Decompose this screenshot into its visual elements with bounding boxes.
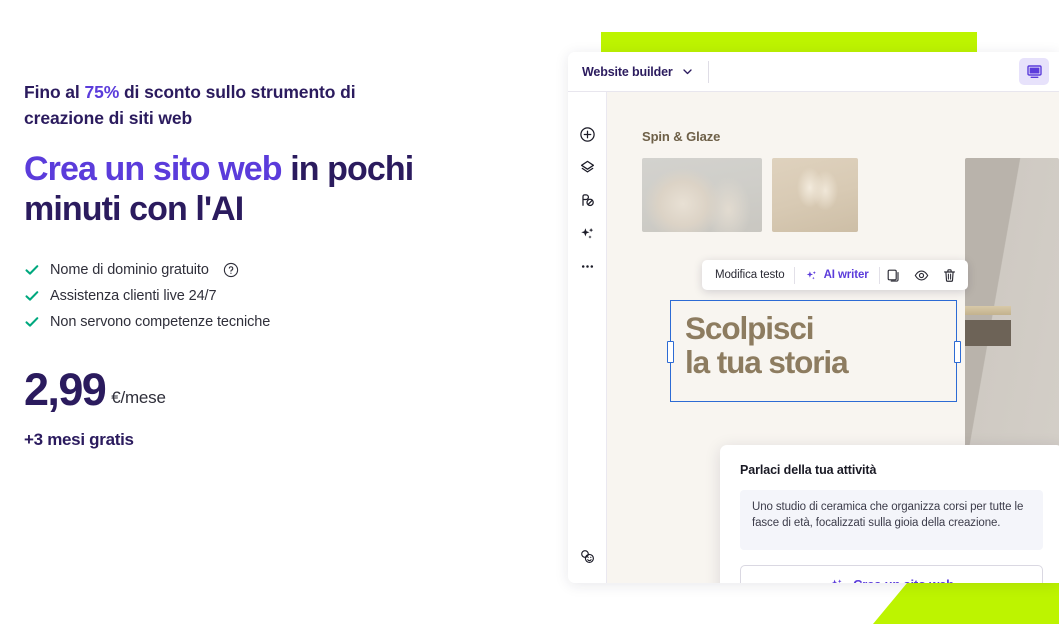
heading-line-2: la tua storia <box>685 344 849 381</box>
device-preview-desktop-button[interactable] <box>1019 58 1049 85</box>
feature-label: Nome di dominio gratuito <box>50 262 209 279</box>
promo-eyebrow: Fino al 75% di sconto sullo strumento di… <box>24 80 424 132</box>
duplicate-icon <box>887 269 899 282</box>
preview-button[interactable] <box>908 263 936 287</box>
shelf-shadow-detail <box>965 320 1011 346</box>
price-unit: €/mese <box>111 388 166 408</box>
sidebar-item-feedback[interactable] <box>568 540 607 573</box>
page-title: Crea un sito web in pochi minuti con l'A… <box>24 150 494 230</box>
dried-flowers-photo[interactable] <box>772 158 858 232</box>
sidebar-item-design[interactable] <box>568 184 607 217</box>
element-edit-toolbar: Modifica testo AI writer <box>702 260 968 290</box>
sparkle-icon <box>830 578 842 583</box>
resize-handle-right[interactable] <box>953 341 961 363</box>
feature-list: Nome di dominio gratuito Assistenza clie… <box>24 257 524 335</box>
price-amount: 2,99 <box>24 364 107 416</box>
sparkle-icon <box>581 228 594 239</box>
feature-label: Assistenza clienti live 24/7 <box>50 288 217 305</box>
plus-circle-icon <box>580 127 595 142</box>
shelf-detail <box>965 306 1011 315</box>
ai-writer-button[interactable]: AI writer <box>795 269 879 282</box>
sparkle-icon <box>806 270 816 279</box>
sidebar-item-layers[interactable] <box>568 151 607 184</box>
monitor-icon <box>1026 65 1042 78</box>
feature-label: Non servono competenze tecniche <box>50 314 271 331</box>
chevron-down-icon[interactable] <box>681 65 694 78</box>
selected-heading-block[interactable]: Scolpisci la tua storia <box>666 300 961 402</box>
ai-prompt-panel: Parlaci della tua attività Uno studio di… <box>720 445 1059 583</box>
ai-writer-label: AI writer <box>823 269 869 281</box>
sidebar-item-add[interactable] <box>568 118 607 151</box>
eye-icon <box>914 270 929 280</box>
app-window: Website builder Spin & Glaze Modifica te… <box>568 52 1059 583</box>
business-description-value: Uno studio di ceramica che organizza cor… <box>752 501 1024 530</box>
titlebar-divider <box>707 60 709 83</box>
product-name-label: Website builder <box>582 64 673 79</box>
eyebrow-prefix: Fino al <box>24 82 85 102</box>
list-item: Assistenza clienti live 24/7 <box>24 283 524 309</box>
create-website-label: Crea un sito web <box>853 577 954 584</box>
help-circle-icon[interactable] <box>223 262 239 278</box>
delete-button[interactable] <box>936 263 964 287</box>
heading-line-1: Scolpisci <box>685 310 815 346</box>
faces-icon <box>581 550 594 563</box>
pottery-vases-photo[interactable] <box>642 158 762 232</box>
ai-panel-title: Parlaci della tua attività <box>740 463 877 477</box>
site-brand-name: Spin & Glaze <box>642 129 721 144</box>
check-icon <box>24 262 40 278</box>
editor-toolbar-rail <box>568 92 607 583</box>
sidebar-item-more[interactable] <box>568 250 607 283</box>
ellipsis-icon <box>581 265 594 268</box>
list-item: Non servono competenze tecniche <box>24 309 524 335</box>
edit-text-button[interactable]: Modifica testo <box>706 269 794 281</box>
business-description-input[interactable]: Uno studio di ceramica che organizza cor… <box>740 490 1043 550</box>
list-item: Nome di dominio gratuito <box>24 257 524 283</box>
check-icon <box>24 314 40 330</box>
promo-page: Fino al 75% di sconto sullo strumento di… <box>0 0 1059 624</box>
promo-content: Fino al 75% di sconto sullo strumento di… <box>24 80 524 450</box>
headline-accent: Crea un sito web <box>24 149 283 188</box>
eyebrow-discount-percent: 75% <box>84 82 120 102</box>
trash-icon <box>944 268 956 282</box>
create-website-button[interactable]: Crea un sito web <box>740 565 1043 583</box>
resize-handle-left[interactable] <box>666 341 674 363</box>
layers-icon <box>580 160 595 173</box>
editor-canvas[interactable]: Spin & Glaze Modifica testo AI writer Sc… <box>607 92 1059 583</box>
sidebar-item-ai[interactable] <box>568 217 607 250</box>
design-pen-icon <box>582 194 594 207</box>
price-row: 2,99 €/mese <box>24 367 524 412</box>
price-note: +3 mesi gratis <box>24 430 134 450</box>
app-titlebar: Website builder <box>568 52 1059 92</box>
app-mockup: Website builder Spin & Glaze Modifica te… <box>568 32 1059 624</box>
check-icon <box>24 288 40 304</box>
heading-text: Scolpisci la tua storia <box>685 311 955 380</box>
duplicate-button[interactable] <box>880 263 908 287</box>
